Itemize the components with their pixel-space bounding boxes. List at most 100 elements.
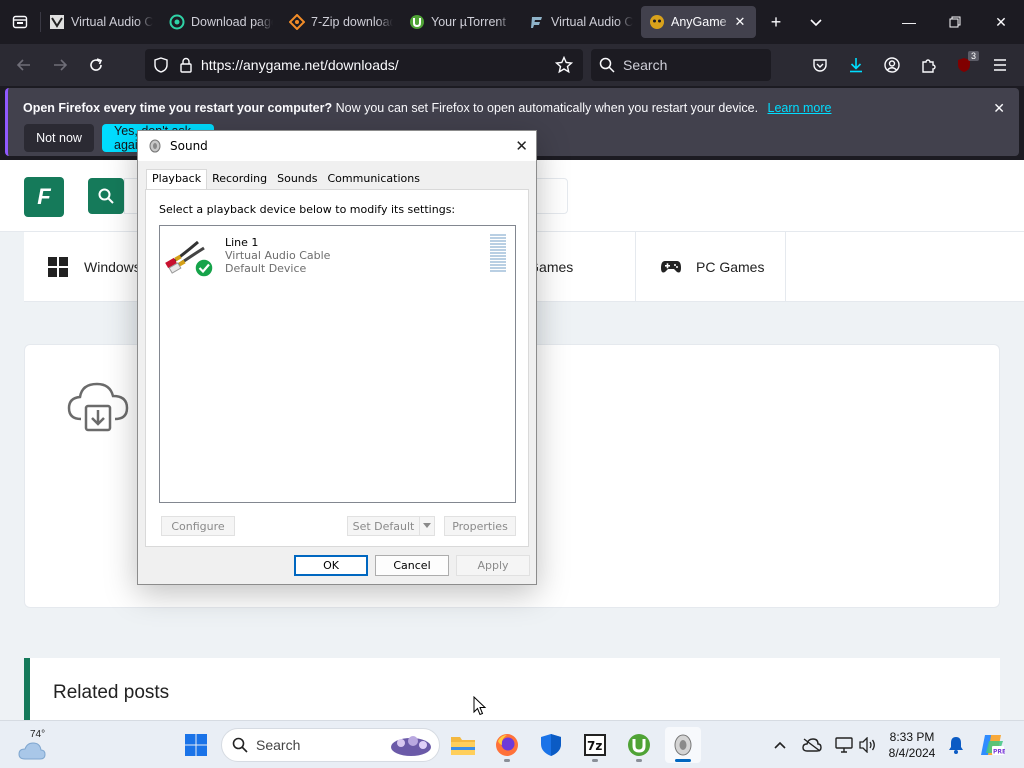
start-button[interactable] bbox=[178, 727, 214, 763]
taskbar-file-explorer[interactable] bbox=[445, 727, 481, 763]
forward-button[interactable] bbox=[42, 49, 78, 81]
tab-download-page[interactable]: Download page bbox=[161, 6, 281, 38]
site-logo[interactable]: F bbox=[24, 177, 64, 217]
plus-icon: + bbox=[770, 11, 782, 32]
tab-recording[interactable]: Recording bbox=[207, 169, 272, 189]
taskbar-windows-security[interactable] bbox=[533, 727, 569, 763]
back-button[interactable] bbox=[6, 49, 42, 81]
windows-taskbar: 74° Search 7z 8:33 PM 8/4/2024 PRE bbox=[0, 720, 1024, 768]
device-name: Line 1 bbox=[225, 236, 259, 249]
volume-tray[interactable] bbox=[857, 731, 877, 759]
browser-tab-bar: Virtual Audio Cable Download page 7-Zip … bbox=[0, 0, 1024, 44]
pocket-icon bbox=[813, 59, 827, 72]
firefox-view-button[interactable] bbox=[0, 0, 40, 44]
taskbar-search-label: Search bbox=[256, 737, 301, 753]
show-hidden-icons-button[interactable] bbox=[770, 731, 790, 759]
shield-icon[interactable] bbox=[153, 57, 169, 73]
network-tray[interactable] bbox=[833, 731, 855, 759]
url-text[interactable]: https://anygame.net/downloads/ bbox=[201, 57, 555, 73]
playback-panel: Select a playback device below to modify… bbox=[145, 189, 529, 547]
apply-button[interactable]: Apply bbox=[456, 555, 530, 576]
category-pc-games[interactable]: PC Games bbox=[636, 232, 786, 302]
folder-icon bbox=[451, 737, 475, 755]
learn-more-link[interactable]: Learn more bbox=[768, 101, 832, 115]
set-default-button[interactable]: Set Default bbox=[347, 516, 419, 536]
search-icon bbox=[232, 737, 248, 753]
configure-button[interactable]: Configure bbox=[161, 516, 235, 536]
account-button[interactable] bbox=[874, 49, 910, 81]
playback-device-list[interactable]: Line 1 Virtual Audio Cable Default Devic… bbox=[159, 225, 516, 503]
onedrive-tray[interactable] bbox=[800, 731, 824, 759]
hamburger-menu-icon bbox=[994, 59, 1006, 71]
utorrent-icon bbox=[409, 14, 425, 30]
search-highlight-icon bbox=[391, 736, 431, 756]
ok-button[interactable]: OK bbox=[294, 555, 368, 576]
extensions-button[interactable] bbox=[910, 49, 946, 81]
set-default-dropdown[interactable] bbox=[419, 516, 435, 536]
network-icon bbox=[835, 737, 853, 753]
minimize-button[interactable]: — bbox=[886, 0, 932, 44]
taskbar-utorrent[interactable] bbox=[621, 727, 657, 763]
properties-button[interactable]: Properties bbox=[444, 516, 516, 536]
notification-close-icon[interactable]: ✕ bbox=[993, 100, 1005, 117]
speaker-icon bbox=[149, 139, 161, 153]
restore-button[interactable] bbox=[932, 0, 978, 44]
restore-icon bbox=[949, 16, 961, 28]
lock-icon[interactable] bbox=[179, 57, 193, 73]
bookmark-star-icon[interactable] bbox=[555, 56, 573, 74]
windows-start-icon bbox=[185, 734, 207, 756]
downloads-button[interactable] bbox=[838, 49, 874, 81]
chevron-down-icon bbox=[810, 19, 822, 27]
search-bar[interactable]: Search bbox=[591, 49, 771, 81]
cancel-button[interactable]: Cancel bbox=[375, 555, 449, 576]
cloud-offline-icon bbox=[802, 738, 822, 752]
puzzle-icon bbox=[922, 59, 936, 73]
copilot-button[interactable]: PRE bbox=[978, 731, 1006, 759]
firefox-view-icon bbox=[12, 15, 28, 29]
notifications-button[interactable] bbox=[946, 731, 966, 759]
account-icon bbox=[884, 57, 900, 73]
svg-text:PRE: PRE bbox=[993, 749, 1005, 756]
notification-message: Open Firefox every time you restart your… bbox=[23, 101, 831, 115]
dialog-title-bar[interactable]: Sound ✕ bbox=[138, 131, 536, 161]
tab-7zip-download[interactable]: 7-Zip download bbox=[281, 6, 401, 38]
taskbar-firefox[interactable] bbox=[489, 727, 525, 763]
site-search-button[interactable] bbox=[88, 178, 124, 214]
ublock-button[interactable]: 3 bbox=[946, 49, 982, 81]
taskbar-7zip[interactable]: 7z bbox=[577, 727, 613, 763]
app-menu-button[interactable] bbox=[982, 49, 1018, 81]
running-indicator bbox=[504, 759, 510, 762]
tab-utorrent[interactable]: Your µTorrent bbox=[401, 6, 521, 38]
security-shield-icon bbox=[541, 734, 561, 756]
tab-playback[interactable]: Playback bbox=[146, 169, 208, 189]
tab-title: Your µTorrent bbox=[431, 15, 506, 29]
tab-anygame[interactable]: AnyGame ✕ bbox=[641, 6, 756, 38]
address-bar[interactable]: https://anygame.net/downloads/ bbox=[145, 49, 583, 81]
volume-level-meter bbox=[490, 234, 506, 274]
search-placeholder: Search bbox=[623, 57, 668, 73]
anygame-icon bbox=[649, 14, 665, 30]
list-item[interactable]: Line 1 Virtual Audio Cable Default Devic… bbox=[164, 234, 512, 278]
tab-sounds[interactable]: Sounds bbox=[272, 169, 322, 189]
taskbar-sound-settings[interactable] bbox=[665, 727, 701, 763]
minimize-icon: — bbox=[902, 14, 916, 30]
reload-button[interactable] bbox=[78, 49, 114, 81]
new-tab-button[interactable]: + bbox=[756, 0, 796, 44]
toolbar-right: 3 bbox=[802, 49, 1018, 81]
tab-virtual-audio-2[interactable]: Virtual Audio Cable bbox=[521, 6, 641, 38]
tab-communications[interactable]: Communications bbox=[323, 169, 425, 189]
weather-widget[interactable]: 74° bbox=[18, 729, 48, 761]
close-window-button[interactable]: ✕ bbox=[978, 0, 1024, 44]
taskbar-search-box[interactable]: Search bbox=[221, 728, 440, 762]
tab-virtual-audio-1[interactable]: Virtual Audio Cable bbox=[41, 6, 161, 38]
notification-text: Now you can set Firefox to open automati… bbox=[335, 101, 759, 115]
list-all-tabs-button[interactable] bbox=[796, 0, 836, 44]
not-now-button[interactable]: Not now bbox=[24, 124, 94, 152]
utorrent-icon bbox=[628, 734, 650, 756]
dialog-close-icon[interactable]: ✕ bbox=[515, 137, 528, 155]
pocket-button[interactable] bbox=[802, 49, 838, 81]
tab-close-icon[interactable]: ✕ bbox=[732, 14, 748, 30]
system-clock[interactable]: 8:33 PM 8/4/2024 bbox=[880, 729, 944, 761]
notification-bold-text: Open Firefox every time you restart your… bbox=[23, 101, 333, 115]
search-icon bbox=[98, 188, 114, 204]
